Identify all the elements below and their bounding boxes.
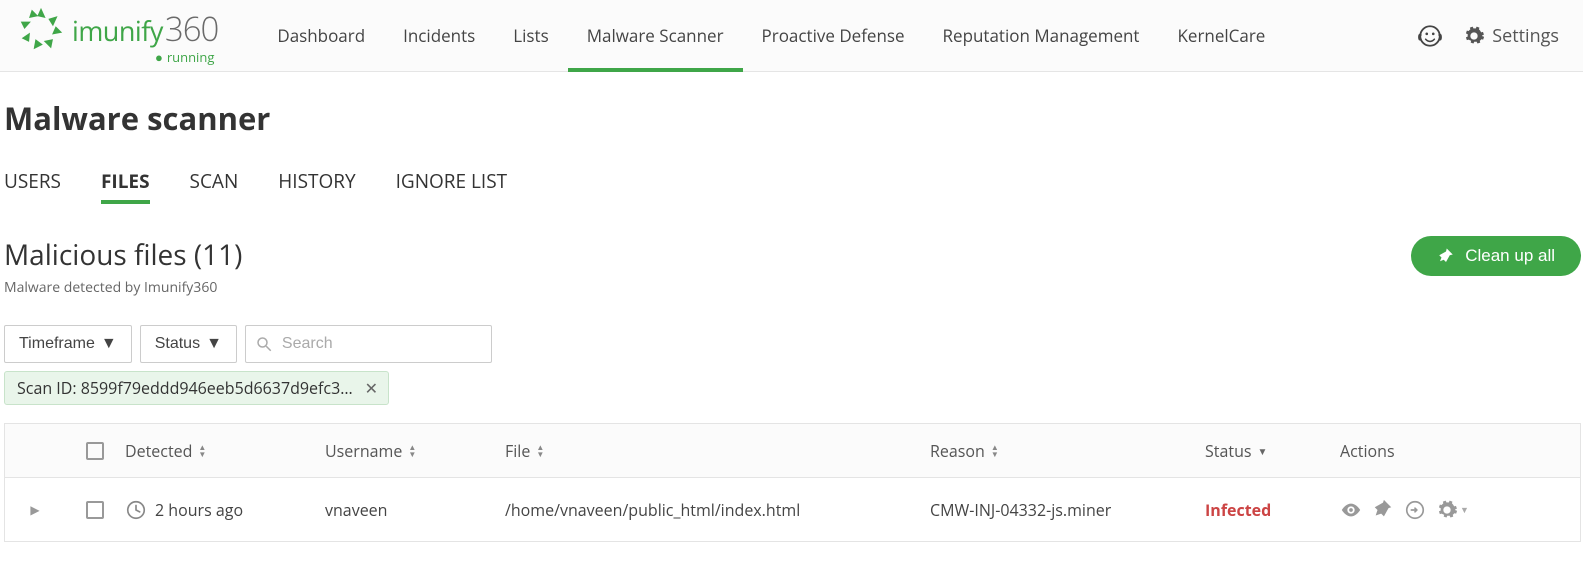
col-file[interactable]: File ▲▼ [505, 440, 930, 462]
brand-text-b: 360 [165, 6, 219, 51]
brand-status: ●running [155, 48, 214, 66]
app-header: imunify 360 ●running Dashboard Incidents… [0, 0, 1583, 72]
subtab-history[interactable]: HISTORY [278, 168, 355, 204]
view-icon[interactable] [1340, 499, 1362, 521]
caret-down-icon: ▼ [101, 335, 117, 353]
nav-lists[interactable]: Lists [494, 0, 567, 72]
nav-dashboard[interactable]: Dashboard [258, 0, 384, 72]
row-checkbox[interactable] [86, 501, 104, 519]
search-icon [255, 335, 273, 353]
col-reason[interactable]: Reason ▲▼ [930, 440, 1205, 462]
subtab-files[interactable]: FILES [101, 168, 150, 204]
settings-label: Settings [1492, 24, 1559, 48]
section-subtitle: Malware detected by Imunify360 [4, 278, 242, 297]
subtab-ignore-list[interactable]: IGNORE LIST [396, 168, 508, 204]
status-dropdown[interactable]: Status ▼ [140, 325, 237, 363]
sort-icon: ▲▼ [408, 444, 416, 458]
gear-icon [1436, 499, 1458, 521]
brand-logo[interactable]: imunify 360 ●running [18, 6, 218, 66]
scan-id-text: Scan ID: 8599f79eddd946eeb5d6637d9efc3… [17, 377, 353, 399]
nav-proactive-defense[interactable]: Proactive Defense [743, 0, 924, 72]
expand-row-toggle[interactable]: ▶ [5, 501, 65, 518]
brand-mark-icon [18, 6, 64, 52]
col-username[interactable]: Username ▲▼ [325, 440, 505, 462]
cell-reason: CMW-INJ-04332-js.miner [930, 499, 1205, 521]
cell-actions: ▼ [1340, 499, 1560, 521]
clean-up-all-button[interactable]: Clean up all [1411, 236, 1581, 276]
nav-incidents[interactable]: Incidents [384, 0, 494, 72]
brand-text-a: imunify [72, 12, 163, 49]
scan-id-chip: Scan ID: 8599f79eddd946eeb5d6637d9efc3… … [4, 371, 389, 405]
cleanup-icon[interactable] [1372, 499, 1394, 521]
sort-desc-icon: ▼ [1258, 444, 1268, 458]
clock-icon [125, 499, 147, 521]
nav-kernelcare[interactable]: KernelCare [1159, 0, 1285, 72]
sort-icon: ▲▼ [198, 444, 206, 458]
primary-nav: Dashboard Incidents Lists Malware Scanne… [258, 0, 1417, 72]
subtab-users[interactable]: USERS [4, 168, 61, 204]
filter-bar: Timeframe ▼ Status ▼ [4, 325, 1581, 363]
page-title: Malware scanner [4, 98, 1581, 140]
broom-icon [1437, 247, 1455, 265]
gear-icon [1463, 25, 1485, 47]
row-actions-menu[interactable]: ▼ [1436, 499, 1469, 521]
timeframe-dropdown[interactable]: Timeframe ▼ [4, 325, 132, 363]
cell-detected: 2 hours ago [155, 499, 243, 521]
caret-down-icon: ▼ [1460, 503, 1469, 516]
caret-down-icon: ▼ [206, 335, 222, 353]
sort-icon: ▲▼ [536, 444, 544, 458]
section-title: Malicious files (11) [4, 236, 242, 274]
col-status[interactable]: Status ▼ [1205, 440, 1340, 462]
nav-malware-scanner[interactable]: Malware Scanner [568, 0, 743, 72]
cell-status: Infected [1205, 499, 1340, 521]
search-input[interactable] [245, 325, 492, 363]
subtab-scan[interactable]: SCAN [190, 168, 239, 204]
malicious-files-table: Detected ▲▼ Username ▲▼ File ▲▼ Reason ▲… [4, 423, 1581, 542]
settings-link[interactable]: Settings [1463, 24, 1559, 48]
sort-icon: ▲▼ [991, 444, 999, 458]
scanner-subtabs: USERS FILES SCAN HISTORY IGNORE LIST [4, 168, 1581, 204]
col-detected[interactable]: Detected ▲▼ [125, 440, 325, 462]
nav-reputation-management[interactable]: Reputation Management [924, 0, 1159, 72]
col-actions: Actions [1340, 440, 1560, 462]
table-header: Detected ▲▼ Username ▲▼ File ▲▼ Reason ▲… [5, 424, 1580, 478]
support-icon[interactable] [1417, 23, 1443, 49]
cell-file: /home/vnaveen/public_html/index.html [505, 499, 930, 521]
chip-close-icon[interactable]: ✕ [365, 377, 378, 399]
select-all-checkbox[interactable] [86, 442, 104, 460]
cell-username: vnaveen [325, 499, 505, 521]
table-row: ▶ 2 hours ago vnaveen /home/vnaveen/publ… [5, 478, 1580, 542]
restore-icon[interactable] [1404, 499, 1426, 521]
